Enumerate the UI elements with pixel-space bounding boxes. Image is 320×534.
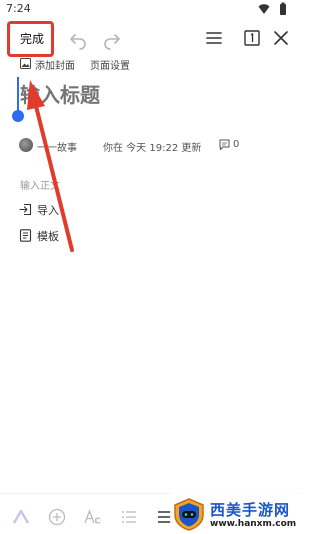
comment-count[interactable]: 0: [233, 139, 239, 150]
watermark-logo-icon: [174, 498, 204, 531]
template-icon[interactable]: [19, 229, 32, 242]
list-icon[interactable]: [120, 508, 138, 526]
body-placeholder[interactable]: 输入正文: [20, 177, 60, 192]
status-bar: 7:24: [0, 0, 300, 18]
text-format-icon[interactable]: [84, 508, 102, 526]
image-icon[interactable]: [20, 58, 31, 69]
add-cover-button[interactable]: 添加封面: [35, 57, 75, 72]
page-count-icon[interactable]: [242, 28, 262, 48]
ai-assistant-icon[interactable]: [12, 508, 30, 526]
status-time: 7:24: [6, 2, 31, 15]
battery-icon: [280, 2, 286, 15]
author-name: 一一故事: [37, 143, 77, 154]
import-icon[interactable]: [19, 203, 32, 216]
wifi-icon: [258, 4, 270, 14]
comment-icon[interactable]: [219, 139, 230, 150]
add-icon[interactable]: [48, 508, 66, 526]
undo-icon[interactable]: [68, 30, 88, 50]
menu-icon[interactable]: [204, 28, 224, 48]
redo-icon[interactable]: [102, 30, 122, 50]
done-button[interactable]: 完成: [12, 27, 52, 49]
last-edit-time: 你在 今天 19:22 更新: [103, 143, 202, 154]
avatar: [19, 138, 33, 152]
watermark-title: 西美手游网: [210, 501, 291, 519]
cursor-drag-handle[interactable]: [12, 110, 24, 122]
template-button[interactable]: 模板: [37, 228, 59, 244]
title-input[interactable]: [20, 80, 260, 110]
close-icon[interactable]: [271, 28, 291, 48]
page-settings-button[interactable]: 页面设置: [90, 57, 130, 72]
import-button[interactable]: 导入: [37, 202, 59, 218]
watermark-url: www.hanxm.com: [210, 519, 297, 529]
